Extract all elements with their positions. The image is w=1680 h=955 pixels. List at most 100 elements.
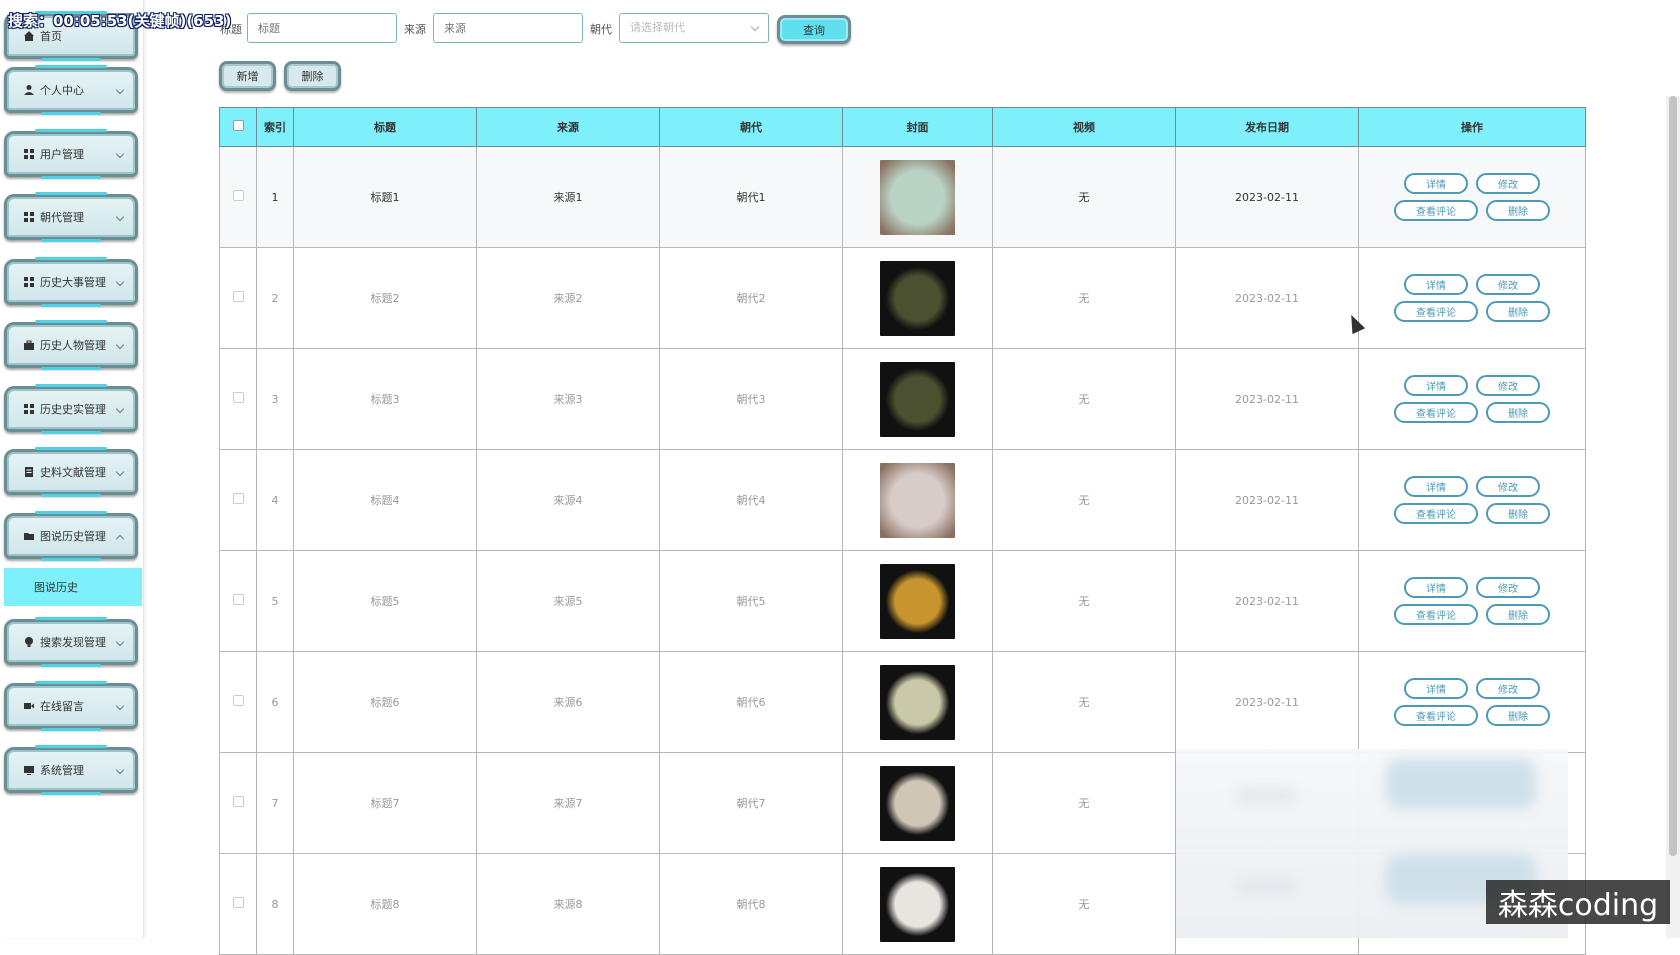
detail-button[interactable]: 详情 xyxy=(1404,274,1468,295)
title-cell: 标题5 xyxy=(293,550,477,652)
edit-button[interactable]: 修改 xyxy=(1476,173,1540,194)
cover-thumbnail[interactable] xyxy=(880,361,955,437)
cover-thumbnail[interactable] xyxy=(880,159,955,235)
cover-thumbnail[interactable] xyxy=(880,563,955,639)
sidebar-item-3[interactable]: 用户管理 xyxy=(4,129,138,179)
row-select-cell[interactable] xyxy=(219,449,257,551)
delete-row-button[interactable]: 删除 xyxy=(1486,402,1550,423)
detail-button[interactable]: 详情 xyxy=(1404,476,1468,497)
add-button[interactable]: 新增 xyxy=(219,61,276,91)
sidebar-item-11[interactable]: 在线留言 xyxy=(4,681,138,731)
row-checkbox[interactable] xyxy=(232,695,244,706)
channel-watermark: 森森coding xyxy=(1486,880,1670,924)
detail-button[interactable]: 详情 xyxy=(1404,678,1468,699)
view-comments-button[interactable]: 查看评论 xyxy=(1394,200,1478,221)
row-checkbox[interactable] xyxy=(232,594,244,605)
cover-thumbnail[interactable] xyxy=(880,765,955,841)
delete-row-button[interactable]: 删除 xyxy=(1486,503,1550,524)
sidebar-item-10[interactable]: 搜索发现管理 xyxy=(4,617,138,667)
chevron-down-icon xyxy=(750,22,760,32)
grid-icon xyxy=(23,403,36,415)
scrollbar-thumb[interactable] xyxy=(1669,96,1677,856)
chevron-down-icon xyxy=(115,701,125,711)
sidebar-item-label: 历史史实管理 xyxy=(40,403,106,416)
sidebar-item-label: 历史人物管理 xyxy=(40,339,106,352)
row-checkbox[interactable] xyxy=(232,190,244,201)
sidebar-item-12[interactable]: 系统管理 xyxy=(4,745,138,795)
row-select-cell[interactable] xyxy=(219,348,257,450)
sidebar-item-6[interactable]: 历史人物管理 xyxy=(4,320,138,370)
detail-button[interactable]: 详情 xyxy=(1404,375,1468,396)
dynasty-select[interactable]: 请选择朝代 xyxy=(619,13,769,43)
view-comments-button[interactable]: 查看评论 xyxy=(1394,402,1478,423)
edit-button[interactable]: 修改 xyxy=(1476,678,1540,699)
row-actions: 详情 修改查看评论 删除 xyxy=(1360,274,1584,322)
document-icon xyxy=(23,466,36,478)
row-checkbox[interactable] xyxy=(232,291,244,302)
sidebar-subitem-illustrated-history[interactable]: 图说历史 xyxy=(4,568,142,606)
row-actions-line: 详情 修改 xyxy=(1404,678,1540,699)
publish-date-cell: 2023-02-11 xyxy=(1175,550,1359,652)
edit-button[interactable]: 修改 xyxy=(1476,577,1540,598)
edit-button[interactable]: 修改 xyxy=(1476,476,1540,497)
view-comments-button[interactable]: 查看评论 xyxy=(1394,301,1478,322)
row-select-cell[interactable] xyxy=(219,550,257,652)
add-button-label: 新增 xyxy=(236,70,259,83)
delete-row-button[interactable]: 删除 xyxy=(1486,705,1550,726)
view-comments-button[interactable]: 查看评论 xyxy=(1394,503,1478,524)
row-select-cell[interactable] xyxy=(219,247,257,349)
row-checkbox[interactable] xyxy=(232,392,244,403)
cover-thumbnail[interactable] xyxy=(880,866,955,942)
sidebar-item-7[interactable]: 历史史实管理 xyxy=(4,384,138,434)
view-comments-button[interactable]: 查看评论 xyxy=(1394,604,1478,625)
select-all-cell[interactable] xyxy=(219,107,257,147)
folder-icon xyxy=(23,530,36,542)
query-button[interactable]: 查询 xyxy=(777,15,851,44)
row-checkbox[interactable] xyxy=(232,796,244,807)
row-select-cell[interactable] xyxy=(219,651,257,753)
publish-date-cell: 2023-02-11 xyxy=(1175,651,1359,753)
delete-selected-button[interactable]: 删除 xyxy=(284,61,341,91)
edit-button[interactable]: 修改 xyxy=(1476,274,1540,295)
select-all-checkbox[interactable] xyxy=(232,120,244,131)
row-select-cell[interactable] xyxy=(219,853,257,955)
row-actions-line: 查看评论 删除 xyxy=(1394,200,1550,221)
table-row: 5 标题5 来源5 朝代5 无 2023-02-11 详情 修改 查看评论 删除 xyxy=(219,550,1586,652)
dynasty-cell: 朝代7 xyxy=(659,752,843,854)
sidebar-item-8[interactable]: 史料文献管理 xyxy=(4,447,138,497)
index-cell: 8 xyxy=(256,853,294,955)
video-cell: 无 xyxy=(992,146,1176,248)
delete-row-button[interactable]: 删除 xyxy=(1486,301,1550,322)
edit-button[interactable]: 修改 xyxy=(1476,375,1540,396)
sidebar-item-2[interactable]: 个人中心 xyxy=(4,65,138,115)
cover-thumbnail[interactable] xyxy=(880,462,955,538)
cover-thumbnail[interactable] xyxy=(880,260,955,336)
detail-button[interactable]: 详情 xyxy=(1404,577,1468,598)
source-cell: 来源2 xyxy=(476,247,660,349)
sidebar-item-4[interactable]: 朝代管理 xyxy=(4,192,138,242)
source-search-input[interactable] xyxy=(433,13,583,43)
delete-row-button[interactable]: 删除 xyxy=(1486,604,1550,625)
title-cell: 标题1 xyxy=(293,146,477,248)
sidebar-item-5[interactable]: 历史大事管理 xyxy=(4,257,138,307)
delete-row-button[interactable]: 删除 xyxy=(1486,200,1550,221)
bulb-icon xyxy=(23,636,36,648)
view-comments-button[interactable]: 查看评论 xyxy=(1394,705,1478,726)
row-select-cell[interactable] xyxy=(219,146,257,248)
monitor-icon xyxy=(23,764,36,776)
source-filter-label: 来源 xyxy=(404,23,426,36)
index-cell: 2 xyxy=(256,247,294,349)
title-search-input[interactable] xyxy=(247,13,397,43)
cover-thumbnail[interactable] xyxy=(880,664,955,740)
title-cell: 标题6 xyxy=(293,651,477,753)
row-checkbox[interactable] xyxy=(232,493,244,504)
row-checkbox[interactable] xyxy=(232,897,244,908)
dynasty-cell: 朝代5 xyxy=(659,550,843,652)
vertical-scrollbar[interactable] xyxy=(1666,96,1680,938)
column-header: 封面 xyxy=(842,107,993,147)
row-select-cell[interactable] xyxy=(219,752,257,854)
title-cell: 标题8 xyxy=(293,853,477,955)
dynasty-filter-label: 朝代 xyxy=(590,23,612,36)
sidebar-item-9[interactable]: 图说历史管理 xyxy=(4,511,138,561)
detail-button[interactable]: 详情 xyxy=(1404,173,1468,194)
